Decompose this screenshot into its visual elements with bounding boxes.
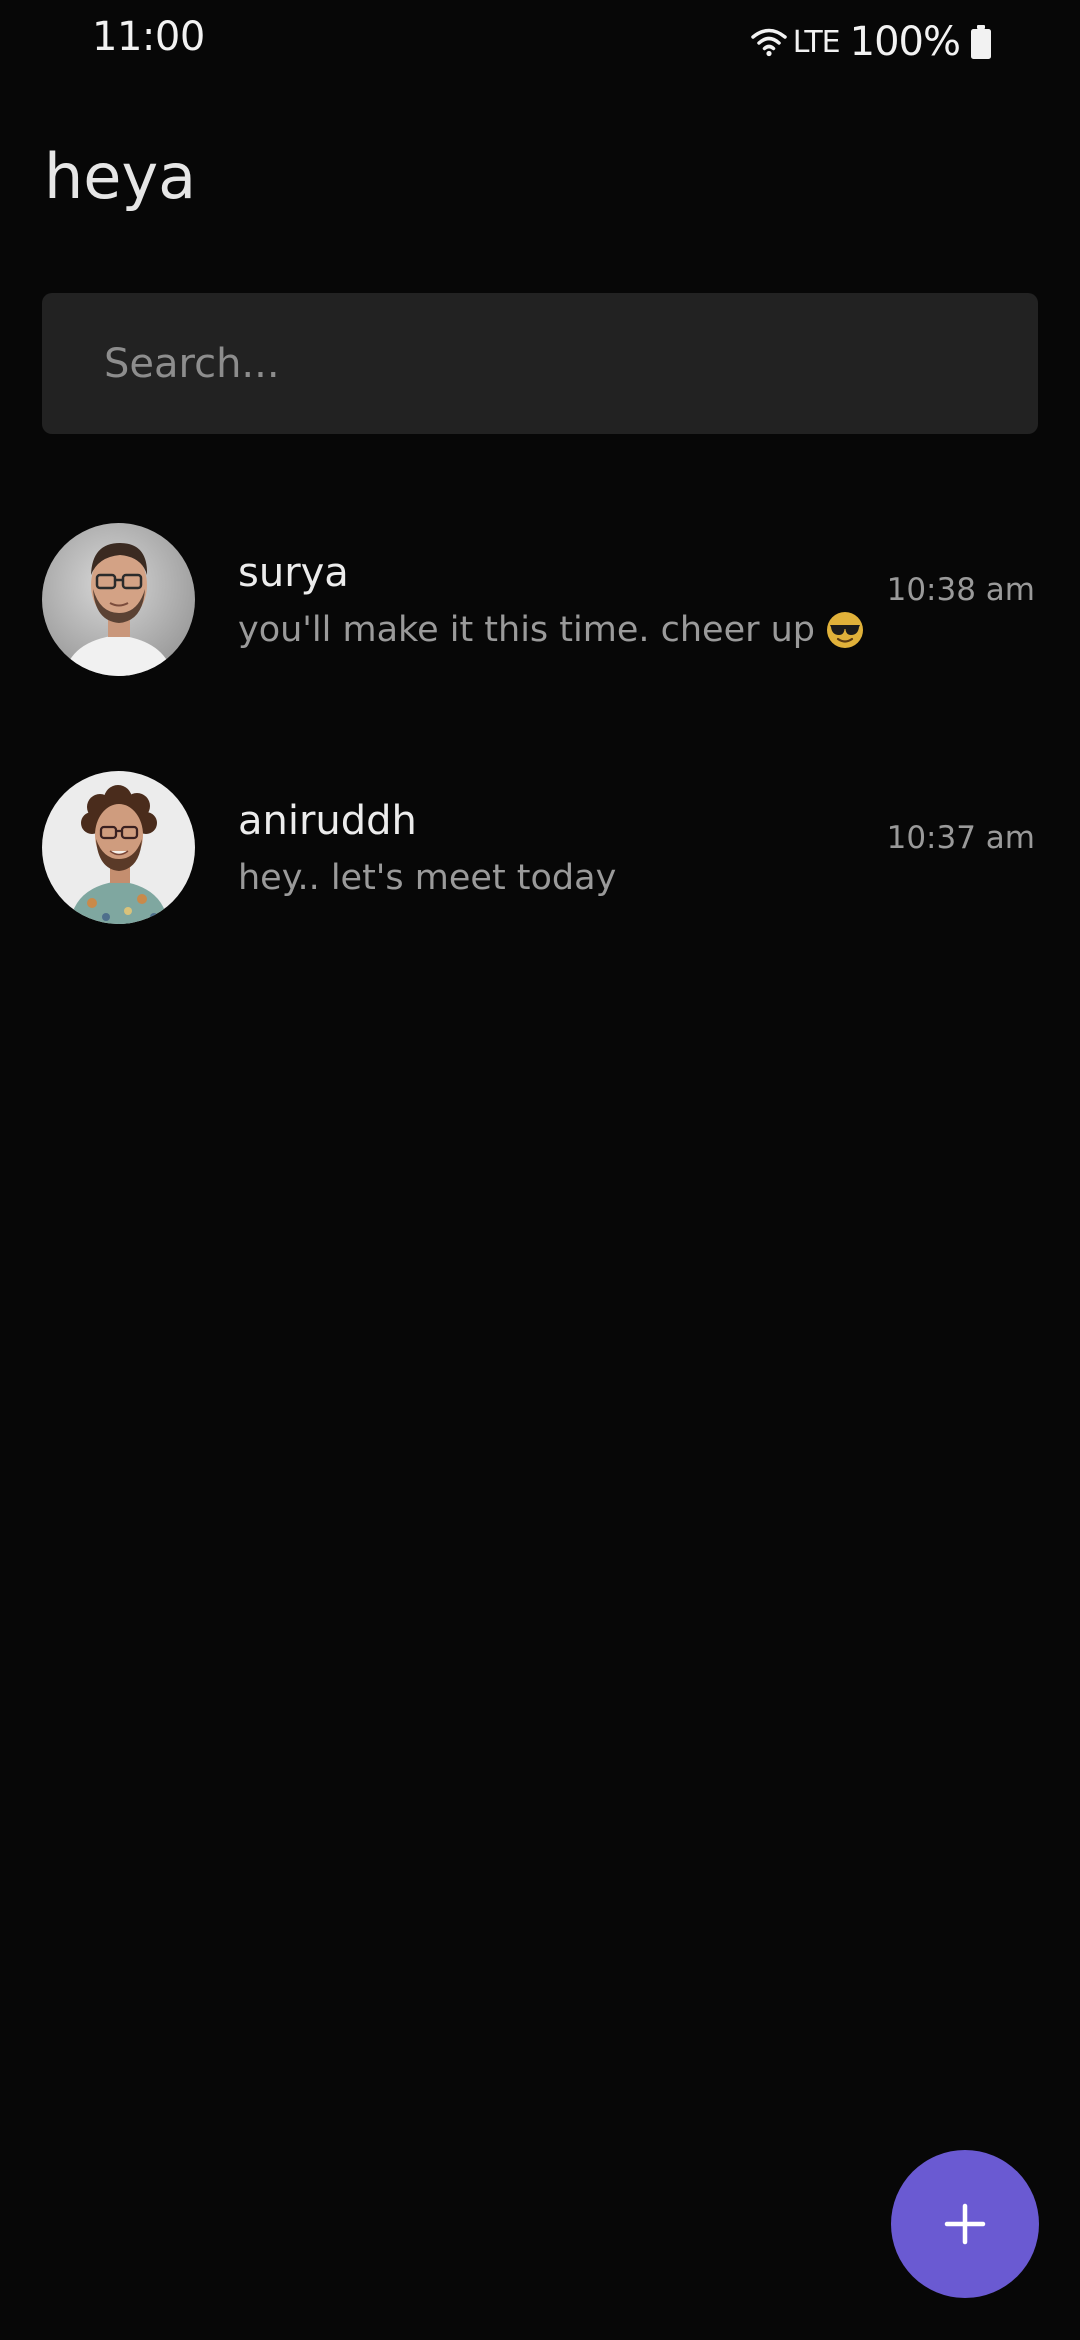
new-chat-fab-button[interactable] (891, 2150, 1039, 2298)
network-type-label: LTE (792, 24, 841, 60)
chat-contact-name: aniruddh (238, 798, 417, 844)
chat-message-preview: hey.. let's meet today (238, 858, 616, 898)
chat-list-item-surya[interactable]: surya you'll make it this time. cheer up… (0, 500, 1080, 700)
status-indicators: LTE 100% (751, 14, 992, 70)
search-input[interactable] (42, 293, 1038, 434)
app-title: heya (44, 140, 197, 213)
battery-percentage: 100% (849, 19, 961, 65)
status-time: 11:00 (92, 14, 205, 60)
chat-list-item-aniruddh[interactable]: aniruddh hey.. let's meet today 10:37 am (0, 748, 1080, 948)
plus-icon (944, 2203, 986, 2245)
wifi-icon (751, 28, 787, 57)
chat-timestamp: 10:37 am (886, 820, 1035, 856)
chat-timestamp: 10:38 am (886, 572, 1035, 608)
chat-message-preview: you'll make it this time. cheer up (238, 610, 865, 650)
chat-contact-name: surya (238, 550, 349, 596)
status-bar: 11:00 LTE 100% (0, 0, 1080, 84)
battery-icon (971, 25, 991, 59)
avatar-surya[interactable] (42, 523, 195, 676)
avatar-aniruddh[interactable] (42, 771, 195, 924)
chat-message-preview-text: you'll make it this time. cheer up (238, 610, 816, 650)
sunglasses-emoji-icon (827, 612, 864, 648)
chat-message-preview-text: hey.. let's meet today (238, 858, 617, 898)
search-bar[interactable] (42, 293, 1038, 434)
